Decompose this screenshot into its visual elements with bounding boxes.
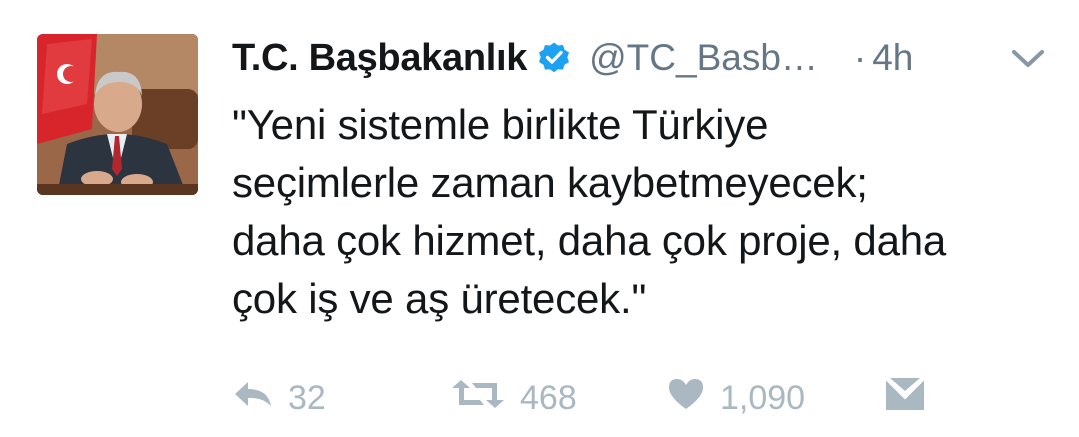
tweet-text-line: seçimlerle zaman kaybetmeyecek; <box>232 159 868 206</box>
display-name[interactable]: T.C. Başbakanlık <box>232 37 527 80</box>
tweet-timestamp[interactable]: 4h <box>872 37 913 79</box>
tweet-text: "Yeni sistemle birlikte Türkiye seçimler… <box>232 96 1052 328</box>
tweet-header: T.C. Başbakanlık @TC_Basb… · 4h <box>232 30 1052 86</box>
envelope-icon <box>884 376 926 421</box>
tweet-text-line: çok iş ve aş üretecek." <box>232 275 647 322</box>
tweet-text-line: "Yeni sistemle birlikte Türkiye <box>232 101 769 148</box>
like-count: 1,090 <box>720 378 806 417</box>
retweet-button[interactable]: 468 <box>450 372 577 424</box>
reply-button[interactable]: 32 <box>232 372 326 424</box>
tweet-text-line: daha çok hizmet, daha çok proje, daha <box>232 217 947 264</box>
chevron-down-icon[interactable] <box>1010 48 1046 70</box>
retweet-icon <box>450 378 506 419</box>
heart-icon <box>666 377 706 420</box>
reply-count: 32 <box>288 378 326 417</box>
verified-badge-icon <box>537 41 571 75</box>
user-handle[interactable]: @TC_Basb… <box>589 37 818 79</box>
tweet-card[interactable]: T.C. Başbakanlık @TC_Basb… · 4h "Yeni si… <box>0 0 1079 437</box>
direct-message-button[interactable] <box>884 372 926 424</box>
retweet-count: 468 <box>520 378 577 417</box>
separator-dot: · <box>853 37 867 78</box>
reply-icon <box>232 378 274 419</box>
avatar[interactable] <box>37 34 198 195</box>
tweet-actions: 32 468 1,090 <box>232 372 1052 424</box>
like-button[interactable]: 1,090 <box>666 372 805 424</box>
